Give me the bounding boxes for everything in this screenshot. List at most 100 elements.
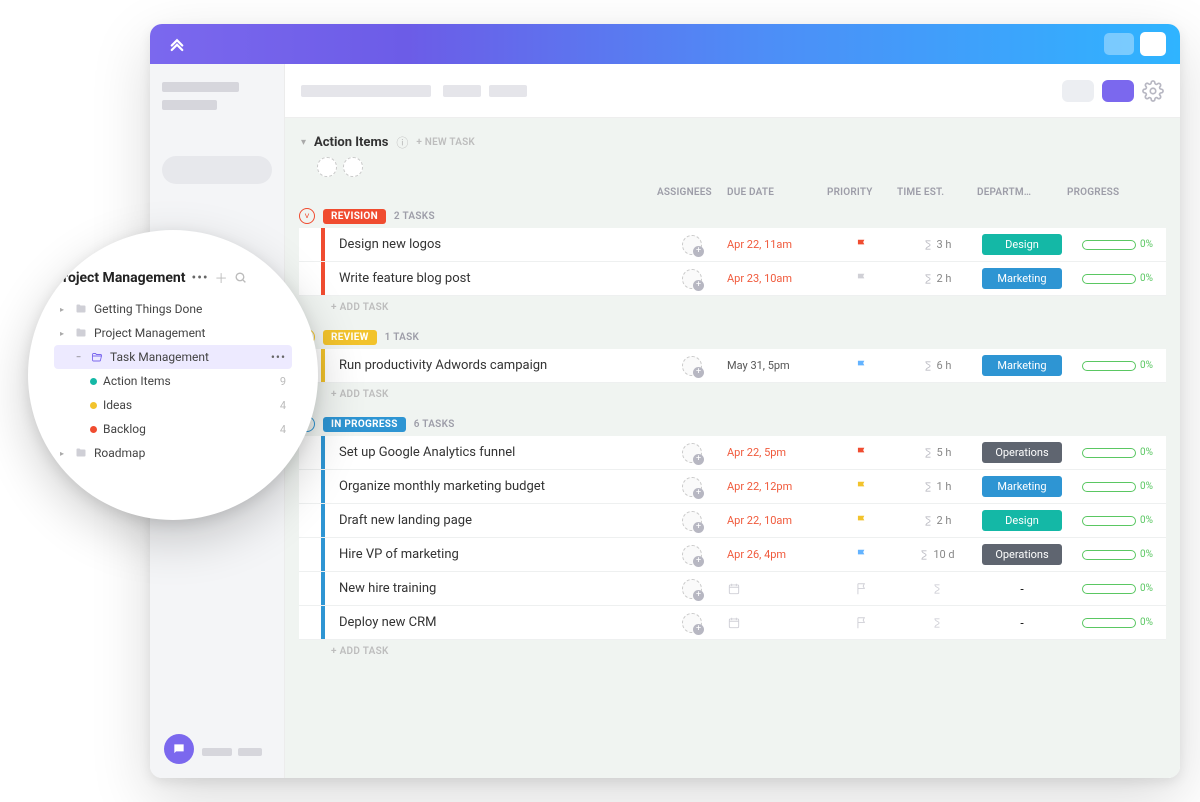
priority-flag-icon[interactable] xyxy=(827,548,897,562)
topbar-pill[interactable] xyxy=(1104,33,1134,55)
add-task-button[interactable]: + ADD TASK xyxy=(299,640,1166,661)
task-row[interactable]: Hire VP of marketing Apr 26, 4pm 10 d Op… xyxy=(299,538,1166,572)
filter-chip-flag[interactable] xyxy=(317,157,337,177)
task-row[interactable]: Organize monthly marketing budget Apr 22… xyxy=(299,470,1166,504)
task-time-estimate[interactable]: 1 h xyxy=(897,480,977,493)
task-row[interactable]: Draft new landing page Apr 22, 10am 2 h … xyxy=(299,504,1166,538)
task-progress: 0% xyxy=(1067,239,1157,250)
task-time-estimate[interactable] xyxy=(897,617,977,629)
task-name[interactable]: Hire VP of marketing xyxy=(327,547,657,562)
task-due[interactable]: Apr 22, 12pm xyxy=(727,480,827,493)
task-name[interactable]: Write feature blog post xyxy=(327,271,657,286)
priority-flag-icon[interactable] xyxy=(827,359,897,373)
dept-tag[interactable]: Operations xyxy=(982,544,1062,565)
chat-button[interactable] xyxy=(164,734,194,764)
filter-chip-assignee[interactable] xyxy=(343,157,363,177)
status-pill[interactable]: REVISION xyxy=(323,209,386,224)
task-progress: 0% xyxy=(1067,515,1157,526)
task-status-bar xyxy=(321,572,325,605)
task-time-estimate[interactable]: 5 h xyxy=(897,446,977,459)
task-name[interactable]: Run productivity Adwords campaign xyxy=(327,358,657,373)
task-row[interactable]: Run productivity Adwords campaign May 31… xyxy=(299,349,1166,383)
tree-sublist[interactable]: Action Items9 xyxy=(54,369,292,393)
assignee-add-icon[interactable] xyxy=(682,269,702,289)
dept-tag[interactable]: Design xyxy=(982,234,1062,255)
task-row[interactable]: New hire training - 0% xyxy=(299,572,1166,606)
dept-tag[interactable]: Operations xyxy=(982,442,1062,463)
task-count: 6 TASKS xyxy=(414,419,455,430)
assignee-add-icon[interactable] xyxy=(682,545,702,565)
add-task-button[interactable]: + ADD TASK xyxy=(299,296,1166,317)
task-due[interactable] xyxy=(727,582,827,596)
task-name[interactable]: New hire training xyxy=(327,581,657,596)
section-collapse-icon[interactable]: ▾ xyxy=(301,137,306,148)
assignee-add-icon[interactable] xyxy=(682,477,702,497)
task-due[interactable]: Apr 22, 10am xyxy=(727,514,827,527)
task-time-estimate[interactable]: 2 h xyxy=(897,514,977,527)
priority-flag-icon[interactable] xyxy=(827,446,897,460)
task-name[interactable]: Draft new landing page xyxy=(327,513,657,528)
task-time-estimate[interactable]: 3 h xyxy=(897,238,977,251)
priority-flag-icon[interactable] xyxy=(827,238,897,252)
task-time-estimate[interactable]: 10 d xyxy=(897,548,977,561)
new-task-button[interactable]: + NEW TASK xyxy=(416,137,475,148)
task-due[interactable]: Apr 23, 10am xyxy=(727,272,827,285)
task-row[interactable]: Design new logos Apr 22, 11am 3 h Design… xyxy=(299,228,1166,262)
tree-folder[interactable]: ▸Roadmap xyxy=(54,441,292,465)
priority-flag-icon[interactable] xyxy=(827,480,897,494)
priority-flag-icon[interactable] xyxy=(827,272,897,286)
tree-sublist[interactable]: Ideas4 xyxy=(54,393,292,417)
priority-flag-icon[interactable] xyxy=(827,514,897,528)
topbar-box[interactable] xyxy=(1140,32,1166,56)
task-name[interactable]: Design new logos xyxy=(327,237,657,252)
search-icon[interactable] xyxy=(234,271,247,284)
sidebar-search[interactable] xyxy=(162,156,272,184)
dept-tag[interactable]: Marketing xyxy=(982,476,1062,497)
task-due[interactable]: Apr 26, 4pm xyxy=(727,548,827,561)
priority-flag-icon[interactable] xyxy=(827,582,897,596)
tree-list-selected[interactable]: –Task Management••• xyxy=(54,345,292,369)
task-status-bar xyxy=(321,538,325,571)
task-time-estimate[interactable]: 2 h xyxy=(897,272,977,285)
info-icon[interactable]: ⓘ xyxy=(396,134,408,151)
assignee-add-icon[interactable] xyxy=(682,235,702,255)
task-row[interactable]: Set up Google Analytics funnel Apr 22, 5… xyxy=(299,436,1166,470)
status-pill[interactable]: REVIEW xyxy=(323,330,377,345)
gear-icon[interactable] xyxy=(1142,80,1164,102)
task-due[interactable]: Apr 22, 11am xyxy=(727,238,827,251)
more-icon[interactable]: ••• xyxy=(191,270,208,286)
assignee-add-icon[interactable] xyxy=(682,511,702,531)
task-due[interactable]: May 31, 5pm xyxy=(727,359,827,372)
tree-sublist[interactable]: Backlog4 xyxy=(54,417,292,441)
task-time-estimate[interactable]: 6 h xyxy=(897,359,977,372)
assignee-add-icon[interactable] xyxy=(682,613,702,633)
space-title: Project Management xyxy=(54,270,185,286)
task-name[interactable]: Organize monthly marketing budget xyxy=(327,479,657,494)
col-due: DUE DATE xyxy=(727,187,827,198)
more-icon[interactable]: ••• xyxy=(271,350,286,364)
dept-tag[interactable]: Marketing xyxy=(982,355,1062,376)
header-action-1[interactable] xyxy=(1062,80,1094,102)
assignee-add-icon[interactable] xyxy=(682,579,702,599)
assignee-add-icon[interactable] xyxy=(682,443,702,463)
header-action-2[interactable] xyxy=(1102,80,1134,102)
tree-folder[interactable]: ▸Getting Things Done xyxy=(54,297,292,321)
status-caret-icon[interactable]: ˅ xyxy=(299,208,315,224)
priority-flag-icon[interactable] xyxy=(827,616,897,630)
plus-icon[interactable]: ＋ xyxy=(215,268,228,287)
task-due[interactable]: Apr 22, 5pm xyxy=(727,446,827,459)
task-row[interactable]: Deploy new CRM - 0% xyxy=(299,606,1166,640)
dept-tag[interactable]: Marketing xyxy=(982,268,1062,289)
task-time-estimate[interactable] xyxy=(897,583,977,595)
task-status-bar xyxy=(321,606,325,639)
tree-folder[interactable]: ▸Project Management xyxy=(54,321,292,345)
col-priority: PRIORITY xyxy=(827,187,897,198)
task-name[interactable]: Set up Google Analytics funnel xyxy=(327,445,657,460)
add-task-button[interactable]: + ADD TASK xyxy=(299,383,1166,404)
assignee-add-icon[interactable] xyxy=(682,356,702,376)
task-name[interactable]: Deploy new CRM xyxy=(327,615,657,630)
status-pill[interactable]: IN PROGRESS xyxy=(323,417,406,432)
task-due[interactable] xyxy=(727,616,827,630)
task-row[interactable]: Write feature blog post Apr 23, 10am 2 h… xyxy=(299,262,1166,296)
dept-tag[interactable]: Design xyxy=(982,510,1062,531)
